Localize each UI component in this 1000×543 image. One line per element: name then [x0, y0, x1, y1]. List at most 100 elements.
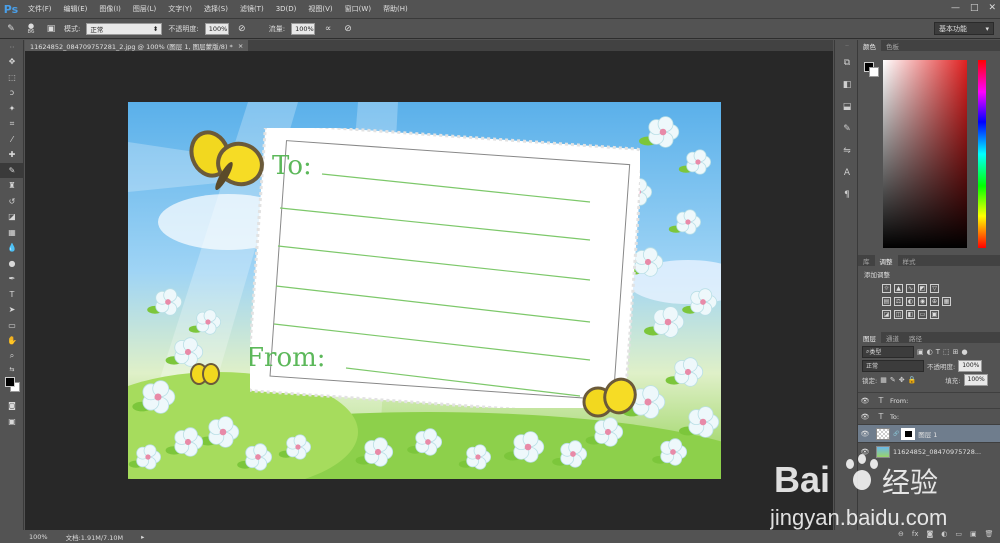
- rectangle-tool-icon[interactable]: ▭: [0, 318, 24, 334]
- move-tool-icon[interactable]: ✥: [0, 54, 24, 70]
- history-brush-tool-icon[interactable]: ↺: [0, 194, 24, 210]
- tab-color[interactable]: 颜色: [858, 40, 881, 51]
- crop-tool-icon[interactable]: ⌗: [0, 116, 24, 132]
- posterize-icon[interactable]: ◫: [894, 310, 903, 319]
- menu-3d[interactable]: 3D(D): [270, 5, 303, 13]
- screen-mode-icon[interactable]: ▣: [0, 414, 24, 430]
- quick-select-tool-icon[interactable]: ✦: [0, 101, 24, 117]
- healing-brush-tool-icon[interactable]: ✚: [0, 147, 24, 163]
- exposure-icon[interactable]: ◩: [918, 284, 927, 293]
- layer-row-selected[interactable]: 👁 🔗 图层 1: [858, 424, 1000, 442]
- gradient-map-icon[interactable]: ▭: [918, 310, 927, 319]
- layer-row[interactable]: 👁 T From:: [858, 392, 1000, 408]
- menu-window[interactable]: 窗口(W): [339, 4, 377, 14]
- hue-slider[interactable]: [978, 60, 986, 248]
- layer-opacity-input[interactable]: 100%: [958, 359, 983, 372]
- close-button[interactable]: ✕: [988, 3, 996, 13]
- pen-tool-icon[interactable]: ✒: [0, 271, 24, 287]
- color-lookup-icon[interactable]: ▦: [942, 297, 951, 306]
- quick-mask-icon[interactable]: ◙: [0, 398, 24, 414]
- tab-styles[interactable]: 样式: [898, 255, 921, 266]
- tab-paths[interactable]: 路径: [904, 332, 927, 343]
- visibility-eye-icon[interactable]: 👁: [858, 397, 872, 405]
- foreground-color-swatch[interactable]: [5, 377, 15, 387]
- layer-row[interactable]: 👁 T To:: [858, 408, 1000, 424]
- menu-view[interactable]: 视图(V): [302, 4, 338, 14]
- filter-smart-icon[interactable]: ⊞: [953, 348, 959, 356]
- lock-pixels-icon[interactable]: ✎: [890, 376, 896, 384]
- brush-panel-icon[interactable]: ▣: [44, 22, 58, 36]
- filter-shape-icon[interactable]: ⬚: [943, 348, 950, 356]
- gradient-tool-icon[interactable]: ▦: [0, 225, 24, 241]
- visibility-eye-icon[interactable]: 👁: [858, 413, 872, 421]
- history-panel-icon[interactable]: ⧉: [835, 52, 859, 74]
- layer-mask-thumbnail[interactable]: [901, 427, 916, 440]
- levels-icon[interactable]: ▲: [894, 284, 903, 293]
- tab-channels[interactable]: 通道: [881, 332, 904, 343]
- channel-mixer-icon[interactable]: ⊕: [930, 297, 939, 306]
- airbrush-icon[interactable]: ∝: [321, 22, 335, 36]
- zoom-tool-icon[interactable]: ⌕: [0, 349, 24, 365]
- menu-edit[interactable]: 编辑(E): [58, 4, 94, 14]
- mask-link-icon[interactable]: 🔗: [893, 431, 899, 437]
- hue-saturation-icon[interactable]: ▤: [882, 297, 891, 306]
- fill-input[interactable]: 100%: [963, 373, 988, 386]
- layer-filter-select[interactable]: ⌕ 类型: [862, 345, 914, 358]
- filter-pixel-icon[interactable]: ▣: [917, 348, 924, 356]
- lock-position-icon[interactable]: ✥: [899, 376, 905, 384]
- menu-file[interactable]: 文件(F): [22, 4, 58, 14]
- tab-layers[interactable]: 图层: [858, 332, 881, 343]
- workspace-select[interactable]: 基本功能 ▾: [934, 22, 994, 35]
- menu-layer[interactable]: 图层(L): [127, 4, 162, 14]
- blend-mode-select[interactable]: 正常: [862, 359, 924, 372]
- threshold-icon[interactable]: ◧: [906, 310, 915, 319]
- tab-libraries[interactable]: 库: [858, 255, 875, 266]
- brush-tool-icon[interactable]: ✎: [0, 162, 24, 178]
- blur-tool-icon[interactable]: 💧: [0, 240, 24, 256]
- document-tab[interactable]: 11624852_084709757281_2.jpg @ 100% (图层 1…: [25, 40, 249, 51]
- mode-select[interactable]: 正常 ⬍: [86, 22, 163, 35]
- menu-image[interactable]: 图像(I): [93, 4, 127, 14]
- menu-filter[interactable]: 滤镜(T): [234, 4, 270, 14]
- menu-type[interactable]: 文字(Y): [162, 4, 198, 14]
- pressure-size-icon[interactable]: ⊘: [341, 22, 355, 36]
- lock-all-icon[interactable]: 🔒: [908, 376, 917, 384]
- black-white-icon[interactable]: ◐: [906, 297, 915, 306]
- flow-input[interactable]: 100%: [291, 22, 316, 35]
- curves-icon[interactable]: ∿: [906, 284, 915, 293]
- marquee-tool-icon[interactable]: ⬚: [0, 70, 24, 86]
- lasso-tool-icon[interactable]: ↄ: [0, 85, 24, 101]
- lock-transparent-icon[interactable]: ▦: [880, 376, 887, 384]
- panel-background-swatch[interactable]: [869, 67, 879, 77]
- paragraph-panel-icon[interactable]: ¶: [835, 184, 859, 206]
- selective-color-icon[interactable]: ▣: [930, 310, 939, 319]
- dodge-tool-icon[interactable]: ●: [0, 256, 24, 272]
- clone-stamp-tool-icon[interactable]: ♜: [0, 178, 24, 194]
- eyedropper-tool-icon[interactable]: ⁄: [0, 132, 24, 148]
- hand-tool-icon[interactable]: ✋: [0, 333, 24, 349]
- color-balance-icon[interactable]: ⚖: [894, 297, 903, 306]
- brightness-icon[interactable]: ☼: [882, 284, 891, 293]
- filter-adjust-icon[interactable]: ◐: [927, 348, 933, 356]
- brush-tool-icon[interactable]: ✎: [4, 22, 18, 36]
- brush-preset-picker[interactable]: ● 86: [24, 22, 38, 36]
- minimize-button[interactable]: —: [951, 3, 960, 13]
- tab-swatches[interactable]: 色板: [881, 40, 904, 51]
- clone-source-icon[interactable]: ⇋: [835, 140, 859, 162]
- status-arrow-icon[interactable]: ▸: [141, 533, 144, 541]
- color-picker-field[interactable]: [883, 60, 967, 248]
- vibrance-icon[interactable]: ▽: [930, 284, 939, 293]
- properties-panel-icon[interactable]: ◧: [835, 74, 859, 96]
- path-select-tool-icon[interactable]: ➤: [0, 302, 24, 318]
- eraser-tool-icon[interactable]: ◪: [0, 209, 24, 225]
- pressure-opacity-icon[interactable]: ⊘: [235, 22, 249, 36]
- close-icon[interactable]: ×: [238, 42, 243, 50]
- character-panel-icon[interactable]: A: [835, 162, 859, 184]
- maximize-button[interactable]: □: [970, 3, 979, 13]
- opacity-input[interactable]: 100%: [204, 22, 229, 35]
- invert-icon[interactable]: ◪: [882, 310, 891, 319]
- brush-panel-icon[interactable]: ✎: [835, 118, 859, 140]
- swap-colors-icon[interactable]: ⇆: [0, 364, 24, 374]
- visibility-eye-icon[interactable]: 👁: [858, 430, 872, 438]
- zoom-level[interactable]: 100%: [29, 533, 48, 541]
